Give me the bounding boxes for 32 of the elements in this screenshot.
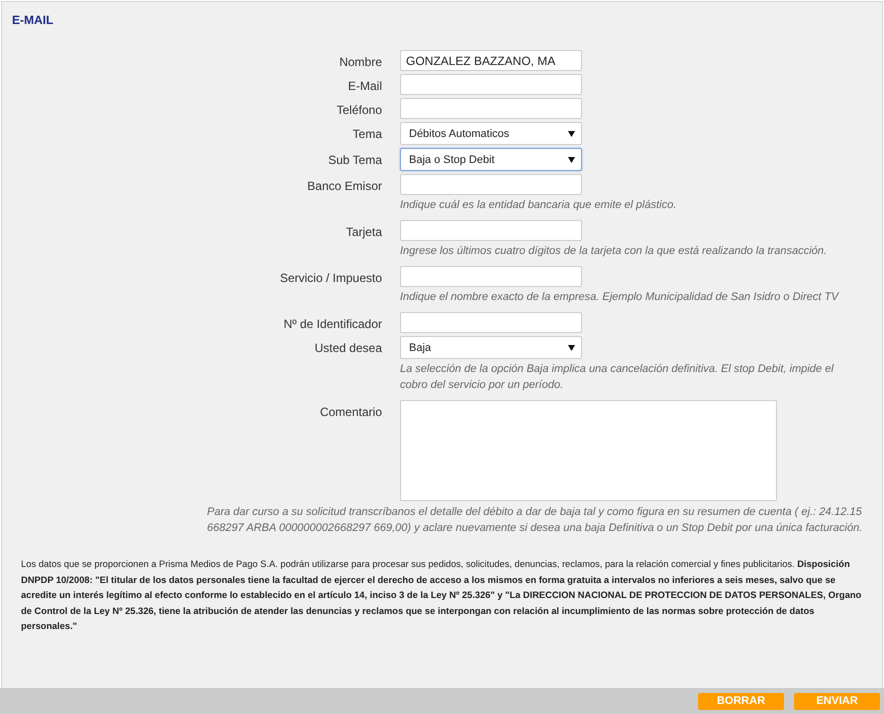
- field-label: E-Mail: [346, 78, 382, 95]
- comment-field[interactable]: [400, 400, 777, 501]
- field-label: Teléfono: [336, 102, 382, 119]
- text-field[interactable]: [400, 266, 582, 287]
- field-label: Sub Tema: [327, 152, 382, 169]
- field-label: Servicio / Impuesto: [278, 270, 382, 287]
- field-label: Tema: [352, 126, 382, 143]
- field-label: Banco Emisor: [306, 178, 382, 195]
- text-field[interactable]: [400, 220, 582, 241]
- caret-icon: [568, 130, 575, 136]
- section-title: E-MAIL: [12, 13, 54, 27]
- text-field[interactable]: [400, 174, 582, 195]
- field-label: Usted desea: [314, 340, 382, 357]
- field-label: Comentario: [318, 404, 382, 421]
- field-hint: La selección de la opción Baja implica una cancelación definitiva. El stop Debit, impide el cobro del servicio por un período.: [400, 362, 835, 393]
- field-hint: Indique cuál es la entidad bancaria que emite el plástico.: [400, 198, 678, 213]
- field-label: Tarjeta: [344, 224, 382, 241]
- dropdown[interactable]: Baja o Stop Debit: [400, 148, 582, 171]
- field-hint: Ingrese los últimos cuatro dígitos de la tarjeta con la que está realizando la transacción.: [400, 244, 828, 259]
- legal-notice: Los datos que se proporcionen a Prisma Medios de Pago S.A. podrán utilizarse para procesar sus pedidos, solicitudes, denuncias, reclamos, para la relación comercial y fines publicitarios. Disposición DNPDP 10/2008: "El titular de los datos personales tiene la facultad de ejercer el derecho de acceso a los mismos en forma gratuita a intervalos no inferiores a seis meses, salvo que se acredite un interés legítimo al efecto conforme lo establecido en el artículo 14, inciso 3 de la Ley Nº 25.326" y "La DIRECCION NACIONAL DE PROTECCION DE DATOS PERSONALES, Organo de Control de la Ley Nº 25.326, tiene la atribución de atender las denuncias y reclamos que se interpongan con relación al incumplimiento de las normas sobre protección de datos personales.": [21, 558, 862, 633]
- field-label: Nº de Identificador: [282, 316, 382, 333]
- field-label: Nombre: [338, 54, 382, 71]
- caret-icon: [568, 156, 575, 162]
- caret-icon: [568, 344, 575, 350]
- dropdown[interactable]: Baja: [400, 336, 582, 359]
- text-field[interactable]: [400, 98, 582, 119]
- text-field[interactable]: [400, 74, 582, 95]
- field-hint: Indique el nombre exacto de la empresa. Ejemplo Municipalidad de San Isidro o Direct TV: [400, 290, 840, 305]
- text-field[interactable]: [400, 312, 582, 333]
- instruction-note: Para dar curso a su solicitud transcríbanos el detalle del débito a dar de baja tal y como figura en su resumen de cuenta ( ej.: 24.12.15 668297 ARBA 000000002668297 669,00) y aclare nuevamente si desea una baja Definitiva o un Stop Debit por una única facturación.: [207, 505, 864, 536]
- dropdown[interactable]: Débitos Automaticos: [400, 122, 582, 145]
- text-field[interactable]: GONZALEZ BAZZANO, MA: [400, 50, 582, 71]
